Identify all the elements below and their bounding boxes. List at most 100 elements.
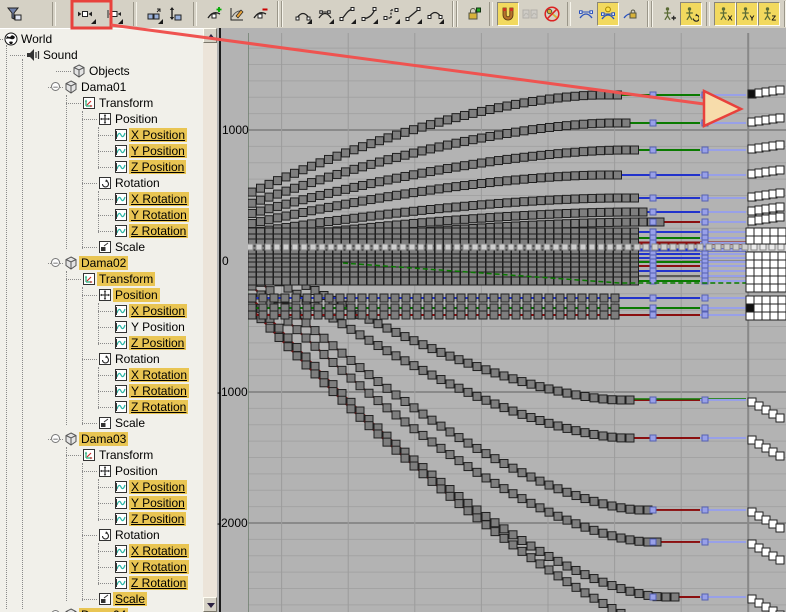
- tree-row-y-position[interactable]: Y Position: [0, 319, 203, 335]
- track-label[interactable]: X Rotation: [129, 544, 190, 558]
- track-label[interactable]: Z Position: [129, 160, 187, 174]
- draw-curves-button[interactable]: [225, 2, 249, 26]
- curve-editor-canvas[interactable]: 1000 0 -1000 -2000: [217, 28, 786, 612]
- tree-row-dama02[interactable]: − Dama02: [0, 255, 203, 271]
- tree-row-y-rotation[interactable]: Y Rotation: [0, 559, 203, 575]
- track-label[interactable]: Rotation: [113, 528, 162, 542]
- tree-row-x-rotation[interactable]: X Rotation: [0, 191, 203, 207]
- track-label[interactable]: Z Rotation: [129, 576, 189, 590]
- tree-row-rotation[interactable]: Rotation: [0, 527, 203, 543]
- tree-row-z-position[interactable]: Z Position: [0, 159, 203, 175]
- track-label[interactable]: Position: [113, 288, 160, 302]
- tree-row-x-position[interactable]: X Position: [0, 303, 203, 319]
- tree-row-transform[interactable]: Transform: [0, 447, 203, 463]
- track-label[interactable]: Transform: [97, 272, 156, 286]
- add-keys-button[interactable]: [203, 2, 225, 26]
- tree-row-x-rotation[interactable]: X Rotation: [0, 543, 203, 559]
- biped-y-button[interactable]: Y: [736, 2, 758, 26]
- tree-row-dama01[interactable]: − Dama01: [0, 79, 203, 95]
- tree-row-world[interactable]: World: [0, 31, 203, 47]
- track-label[interactable]: Z Rotation: [129, 224, 189, 238]
- tree-row-sound[interactable]: Sound: [0, 47, 203, 63]
- collapse-expander-icon[interactable]: −: [51, 434, 60, 444]
- track-label[interactable]: Transform: [97, 96, 155, 110]
- track-label[interactable]: Z Position: [129, 336, 187, 350]
- track-label[interactable]: X Position: [129, 480, 188, 494]
- track-label[interactable]: Scale: [113, 592, 148, 606]
- track-label[interactable]: Dama02: [79, 256, 129, 270]
- tree-row-rotation[interactable]: Rotation: [0, 351, 203, 367]
- tree-row-y-position[interactable]: Y Position: [0, 143, 203, 159]
- collapse-expander-icon[interactable]: −: [51, 258, 60, 268]
- track-label[interactable]: X Position: [129, 128, 188, 142]
- tangent-step-button[interactable]: [380, 2, 402, 26]
- track-label[interactable]: Y Position: [129, 496, 187, 510]
- tangent-custom-button[interactable]: [314, 2, 336, 26]
- track-label[interactable]: Position: [113, 464, 160, 478]
- scroll-down-button[interactable]: [203, 597, 217, 612]
- tangent-slow-button[interactable]: [358, 2, 380, 26]
- tree-row-x-position[interactable]: X Position: [0, 479, 203, 495]
- tree-row-x-position[interactable]: X Position: [0, 127, 203, 143]
- track-label[interactable]: Y Position: [129, 144, 187, 158]
- tree-row-x-rotation[interactable]: X Rotation: [0, 367, 203, 383]
- tree-row-z-rotation[interactable]: Z Rotation: [0, 223, 203, 239]
- track-label[interactable]: Rotation: [113, 352, 162, 366]
- track-label[interactable]: X Position: [129, 304, 188, 318]
- tree-row-scale[interactable]: Scale: [0, 591, 203, 607]
- move-keys-button[interactable]: [72, 2, 98, 26]
- scale-values-button[interactable]: [165, 2, 187, 26]
- track-label[interactable]: Z Rotation: [129, 400, 189, 414]
- tree-row-dama04[interactable]: −Dama04: [0, 607, 203, 612]
- tree-row-scale[interactable]: Scale: [0, 415, 203, 431]
- scale-keys-button[interactable]: [143, 2, 165, 26]
- snap-frames-button[interactable]: [497, 2, 519, 26]
- track-label[interactable]: X Rotation: [129, 192, 190, 206]
- tangent-linear-button[interactable]: [402, 2, 424, 26]
- tree-row-y-rotation[interactable]: Y Rotation: [0, 383, 203, 399]
- scroll-up-button[interactable]: [203, 28, 217, 43]
- track-label[interactable]: Dama01: [79, 80, 128, 94]
- track-label[interactable]: Y Position: [129, 320, 187, 334]
- track-label[interactable]: Scale: [113, 240, 147, 254]
- biped-z-button[interactable]: Z: [758, 2, 780, 26]
- track-label[interactable]: Dama03: [79, 432, 129, 446]
- show-keyable-button[interactable]: [541, 2, 563, 26]
- tangent-auto-button[interactable]: [292, 2, 314, 26]
- tree-row-z-position[interactable]: Z Position: [0, 335, 203, 351]
- param-curve-out-of-range-button[interactable]: [519, 2, 541, 26]
- lock-tangents-button[interactable]: [619, 2, 641, 26]
- track-label[interactable]: X Rotation: [129, 368, 190, 382]
- hierarchy-scrollbar[interactable]: [203, 28, 217, 612]
- track-label[interactable]: Transform: [97, 448, 155, 462]
- tangent-fast-button[interactable]: [336, 2, 358, 26]
- filters-button[interactable]: [2, 2, 26, 26]
- biped-rotation-button[interactable]: [680, 2, 702, 26]
- tree-row-position[interactable]: Position: [0, 111, 203, 127]
- tree-row-z-position[interactable]: Z Position: [0, 511, 203, 527]
- slide-keys-button[interactable]: [102, 2, 125, 26]
- tree-row-position[interactable]: Position: [0, 463, 203, 479]
- lock-selection-button[interactable]: [463, 2, 485, 26]
- tree-row-y-position[interactable]: Y Position: [0, 495, 203, 511]
- track-label[interactable]: Scale: [113, 416, 147, 430]
- track-label[interactable]: World: [19, 32, 54, 46]
- tree-row-objects[interactable]: Objects: [0, 63, 203, 79]
- reduce-keys-button[interactable]: [249, 2, 271, 26]
- track-label[interactable]: Y Rotation: [129, 384, 189, 398]
- track-label[interactable]: Objects: [87, 64, 132, 78]
- tree-row-z-rotation[interactable]: Z Rotation: [0, 575, 203, 591]
- tree-row-transform[interactable]: Transform: [0, 95, 203, 111]
- tree-row-z-rotation[interactable]: Z Rotation: [0, 399, 203, 415]
- biped-x-button[interactable]: X: [714, 2, 736, 26]
- track-label[interactable]: Sound: [41, 48, 80, 62]
- tangent-smooth-button[interactable]: [424, 2, 446, 26]
- tree-row-y-rotation[interactable]: Y Rotation: [0, 207, 203, 223]
- track-label[interactable]: Y Rotation: [129, 208, 189, 222]
- show-tangents-button[interactable]: [575, 2, 597, 26]
- show-all-tangents-button[interactable]: [597, 2, 619, 26]
- biped-position-button[interactable]: [658, 2, 680, 26]
- tree-row-transform[interactable]: Transform: [0, 271, 203, 287]
- track-label[interactable]: Dama04: [79, 608, 129, 612]
- tree-row-dama03[interactable]: − Dama03: [0, 431, 203, 447]
